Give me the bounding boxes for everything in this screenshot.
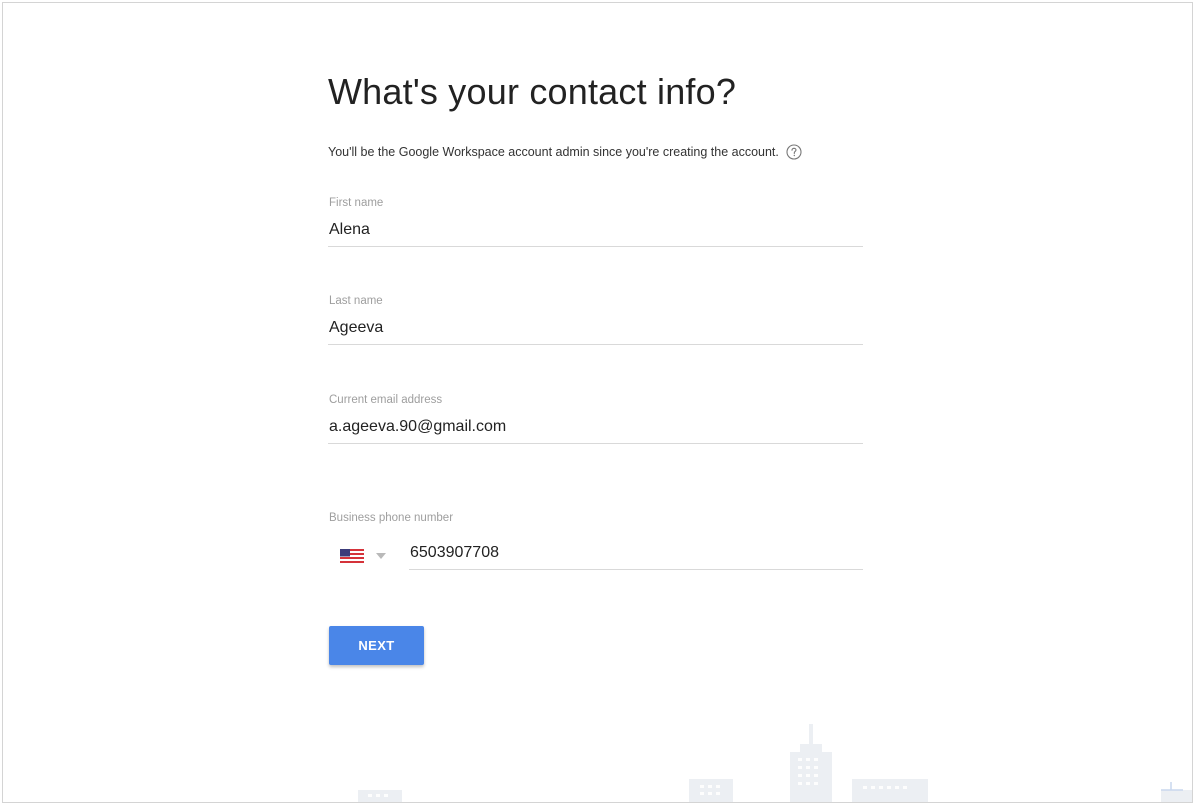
last-name-label: Last name [329, 295, 383, 307]
phone-input[interactable] [409, 540, 863, 570]
city-skyline-illustration [358, 724, 1192, 802]
subtitle-text: You'll be the Google Workspace account a… [328, 145, 779, 159]
email-label: Current email address [329, 394, 443, 406]
page-title: What's your contact info? [328, 71, 737, 112]
us-flag-icon [340, 549, 364, 563]
triangle-down-icon [376, 553, 386, 559]
question-circle-icon[interactable] [786, 144, 802, 160]
last-name-input[interactable] [328, 315, 863, 345]
first-name-label: First name [329, 197, 384, 209]
phone-label: Business phone number [329, 512, 454, 524]
email-input[interactable] [328, 414, 863, 444]
page-frame: What's your contact info? You'll be the … [2, 2, 1193, 803]
first-name-input[interactable] [328, 217, 863, 247]
country-code-dropdown[interactable] [340, 546, 396, 566]
next-button[interactable]: NEXT [329, 626, 424, 665]
subtitle-row: You'll be the Google Workspace account a… [328, 144, 802, 160]
